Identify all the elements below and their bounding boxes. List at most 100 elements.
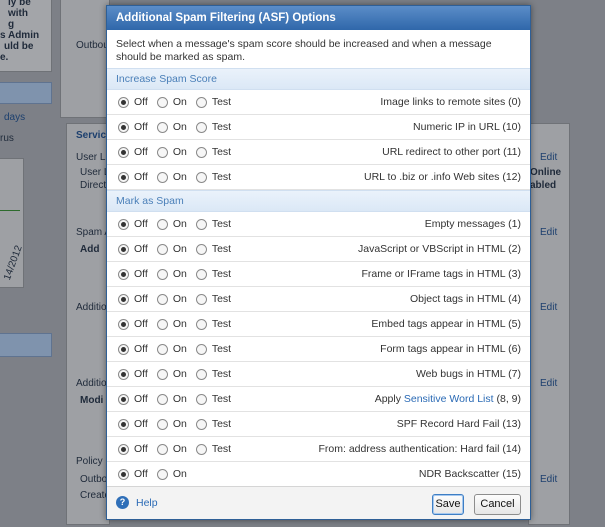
radio-button-on[interactable] [156, 121, 168, 133]
radio-test[interactable]: Test [195, 443, 231, 455]
help-icon[interactable]: ? [116, 496, 129, 509]
radio-test[interactable]: Test [195, 218, 231, 230]
radio-button-on[interactable] [156, 468, 168, 480]
radio-on[interactable]: On [156, 243, 187, 255]
radio-button-off[interactable] [118, 243, 129, 255]
cancel-button[interactable]: Cancel [474, 494, 521, 515]
radio-test[interactable]: Test [195, 318, 231, 330]
radio-test[interactable]: Test [195, 368, 231, 380]
radio-off[interactable]: Off [118, 343, 148, 355]
radio-button-on[interactable] [156, 243, 168, 255]
radio-button-test[interactable] [195, 343, 207, 355]
radio-on[interactable]: On [156, 146, 187, 158]
bg-text: g [8, 19, 15, 30]
radio-on[interactable]: On [156, 171, 187, 183]
radio-button-on[interactable] [156, 343, 168, 355]
radio-button-test[interactable] [195, 393, 207, 405]
radio-test[interactable]: Test [195, 146, 231, 158]
radio-off[interactable]: Off [118, 418, 148, 430]
radio-off[interactable]: Off [118, 468, 148, 480]
radio-button-off[interactable] [118, 418, 129, 430]
option-radio-group: Off On Test [118, 343, 240, 355]
option-radio-group: Off On [118, 468, 196, 480]
radio-on[interactable]: On [156, 218, 187, 230]
bg-text: e. [0, 52, 9, 63]
radio-off[interactable]: Off [118, 443, 148, 455]
radio-off[interactable]: Off [118, 368, 148, 380]
radio-on[interactable]: On [156, 468, 187, 480]
radio-test[interactable]: Test [195, 171, 231, 183]
radio-button-off[interactable] [118, 171, 129, 183]
radio-button-test[interactable] [195, 96, 207, 108]
bg-edit-link: Edit [540, 227, 558, 238]
radio-button-off[interactable] [118, 293, 129, 305]
radio-test[interactable]: Test [195, 268, 231, 280]
radio-on[interactable]: On [156, 96, 187, 108]
radio-test[interactable]: Test [195, 96, 232, 108]
radio-button-on[interactable] [156, 393, 168, 405]
radio-button-test[interactable] [195, 268, 207, 280]
radio-button-off[interactable] [118, 218, 129, 230]
radio-off[interactable]: Off [118, 243, 148, 255]
radio-off[interactable]: Off [118, 218, 148, 230]
radio-button-on[interactable] [156, 171, 168, 183]
radio-button-off[interactable] [118, 393, 129, 405]
radio-off[interactable]: Off [118, 318, 148, 330]
radio-off[interactable]: Off [118, 146, 148, 158]
radio-button-off[interactable] [118, 443, 129, 455]
radio-button-off[interactable] [118, 318, 129, 330]
radio-button-off[interactable] [118, 96, 129, 108]
radio-on[interactable]: On [156, 393, 187, 405]
radio-off[interactable]: Off [118, 293, 148, 305]
radio-button-off[interactable] [118, 146, 129, 158]
radio-button-off[interactable] [118, 121, 129, 133]
radio-on[interactable]: On [156, 268, 187, 280]
radio-button-test[interactable] [195, 121, 207, 133]
radio-test[interactable]: Test [195, 343, 231, 355]
radio-button-off[interactable] [118, 368, 129, 380]
radio-on[interactable]: On [156, 368, 187, 380]
radio-button-test[interactable] [195, 243, 207, 255]
radio-on[interactable]: On [156, 121, 187, 133]
radio-test[interactable]: Test [195, 393, 231, 405]
radio-button-test[interactable] [195, 418, 207, 430]
radio-label-test: Test [211, 96, 232, 108]
radio-off[interactable]: Off [118, 171, 148, 183]
radio-button-off[interactable] [118, 268, 129, 280]
radio-test[interactable]: Test [195, 293, 231, 305]
radio-on[interactable]: On [156, 318, 187, 330]
radio-off[interactable]: Off [118, 96, 148, 108]
radio-on[interactable]: On [156, 443, 187, 455]
help-link[interactable]: Help [136, 497, 158, 509]
radio-button-off[interactable] [118, 343, 129, 355]
radio-test[interactable]: Test [195, 418, 231, 430]
option-label: Object tags in HTML (4) [409, 293, 521, 305]
radio-test[interactable]: Test [195, 121, 231, 133]
sensitive-word-list-link[interactable]: Sensitive Word List [404, 393, 494, 405]
radio-off[interactable]: Off [118, 268, 148, 280]
radio-button-on[interactable] [156, 218, 168, 230]
radio-button-test[interactable] [195, 318, 207, 330]
save-button[interactable]: Save [432, 494, 464, 515]
radio-button-on[interactable] [156, 368, 168, 380]
radio-button-on[interactable] [156, 146, 168, 158]
radio-button-test[interactable] [195, 218, 207, 230]
radio-off[interactable]: Off [118, 393, 148, 405]
radio-button-on[interactable] [156, 318, 168, 330]
radio-button-test[interactable] [195, 368, 207, 380]
radio-button-on[interactable] [156, 96, 168, 108]
radio-on[interactable]: On [156, 418, 187, 430]
radio-button-on[interactable] [156, 418, 168, 430]
radio-on[interactable]: On [156, 343, 187, 355]
radio-button-test[interactable] [195, 443, 207, 455]
radio-button-test[interactable] [195, 146, 207, 158]
radio-on[interactable]: On [156, 293, 187, 305]
radio-button-on[interactable] [156, 268, 168, 280]
radio-button-on[interactable] [156, 443, 168, 455]
radio-button-test[interactable] [195, 293, 207, 305]
radio-off[interactable]: Off [118, 121, 148, 133]
radio-button-on[interactable] [156, 293, 168, 305]
radio-button-test[interactable] [195, 171, 207, 183]
radio-test[interactable]: Test [195, 243, 231, 255]
radio-button-off[interactable] [118, 468, 129, 480]
